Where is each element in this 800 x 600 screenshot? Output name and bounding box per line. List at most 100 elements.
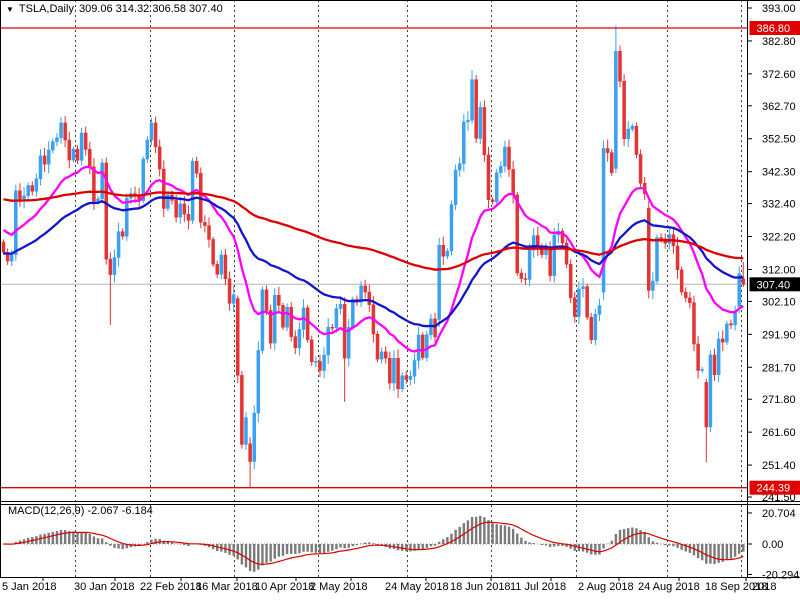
- candle-body: [376, 334, 379, 359]
- candle: [261, 286, 264, 353]
- candle-body: [51, 142, 54, 150]
- candle-body: [397, 358, 400, 389]
- candle: [195, 157, 198, 178]
- candle: [446, 248, 449, 259]
- candle: [528, 243, 531, 286]
- candle-body: [483, 107, 486, 154]
- candle-body: [586, 287, 589, 318]
- candle: [27, 183, 30, 199]
- candle: [565, 239, 568, 268]
- candle-body: [417, 335, 420, 361]
- candle: [438, 238, 441, 327]
- candle-body: [594, 314, 597, 340]
- candle: [561, 228, 564, 245]
- candle-body: [18, 191, 21, 200]
- price-badge-label: 386.80: [757, 23, 791, 35]
- candle: [483, 100, 486, 161]
- candle: [257, 341, 260, 422]
- candle-body: [35, 179, 38, 192]
- candle: [31, 181, 34, 195]
- candle-body: [631, 126, 634, 129]
- candle: [413, 353, 416, 383]
- candle: [154, 117, 157, 153]
- candle: [220, 250, 223, 279]
- candle: [51, 138, 54, 153]
- candle-body: [516, 195, 519, 273]
- candle: [725, 321, 728, 345]
- candle: [545, 243, 548, 260]
- candle: [360, 281, 363, 307]
- price-axis-label: 281.70: [762, 362, 796, 374]
- candle-body: [314, 361, 317, 362]
- price-axis-label: 393.00: [762, 3, 796, 15]
- candle: [582, 278, 585, 298]
- candle: [569, 259, 572, 303]
- candle: [520, 269, 523, 283]
- candle: [179, 197, 182, 223]
- candle-body: [331, 327, 334, 328]
- candle-body: [43, 156, 46, 164]
- candle-body: [692, 303, 695, 344]
- candle-body: [253, 413, 256, 461]
- candlesticks: [2, 26, 745, 487]
- candle-body: [162, 169, 165, 208]
- candle: [105, 158, 108, 265]
- candle: [265, 285, 268, 315]
- candle-body: [697, 344, 700, 370]
- price-axis-label: 352.50: [762, 134, 796, 146]
- candle-body: [364, 286, 367, 292]
- candle: [701, 367, 704, 373]
- candle-body: [257, 350, 260, 413]
- candle: [721, 330, 724, 350]
- candle: [684, 287, 687, 302]
- candle: [647, 201, 650, 299]
- candle-body: [203, 222, 206, 225]
- candle-body: [705, 382, 708, 427]
- candle-body: [323, 355, 326, 370]
- candle: [314, 356, 317, 367]
- symbol-dropdown-arrow-icon[interactable]: ▼: [6, 4, 14, 15]
- candle-body: [195, 161, 198, 173]
- candle-body: [23, 196, 26, 200]
- candle-body: [508, 147, 511, 169]
- candle-body: [175, 200, 178, 217]
- candle: [203, 215, 206, 232]
- candle: [442, 237, 445, 265]
- candle-body: [528, 250, 531, 279]
- candle-body: [725, 324, 728, 342]
- candle: [598, 299, 601, 321]
- candle-body: [651, 281, 654, 290]
- candle: [734, 306, 737, 331]
- candle-body: [462, 122, 465, 164]
- candle: [499, 161, 502, 177]
- chart-title-symbol: TSLA,Daily: [19, 3, 74, 15]
- candle: [639, 150, 642, 189]
- candle-body: [121, 232, 124, 237]
- candle-body: [635, 126, 638, 154]
- candle: [462, 114, 465, 171]
- candle: [536, 227, 539, 256]
- price-axis-label: 291.90: [762, 329, 796, 341]
- candle-body: [384, 352, 387, 358]
- candle-body: [236, 299, 239, 376]
- candle-body: [512, 169, 515, 195]
- candle-body: [286, 307, 289, 327]
- candle-body: [520, 273, 523, 278]
- candle-body: [742, 279, 745, 284]
- candle: [216, 261, 219, 279]
- candle: [323, 347, 326, 378]
- candle: [187, 205, 190, 229]
- candle: [388, 352, 391, 390]
- candle-body: [717, 339, 720, 375]
- vertical-gridlines: [76, 0, 742, 577]
- candle-body: [281, 305, 284, 327]
- candle: [623, 74, 626, 145]
- price-axis-label: 362.70: [762, 101, 796, 113]
- date-axis-label: 16 Mar 2018: [196, 581, 258, 593]
- candle: [454, 165, 457, 210]
- candle: [655, 235, 658, 285]
- candle-body: [327, 327, 330, 355]
- candle-body: [232, 295, 235, 304]
- candle-body: [273, 295, 276, 343]
- candle-body: [660, 238, 663, 239]
